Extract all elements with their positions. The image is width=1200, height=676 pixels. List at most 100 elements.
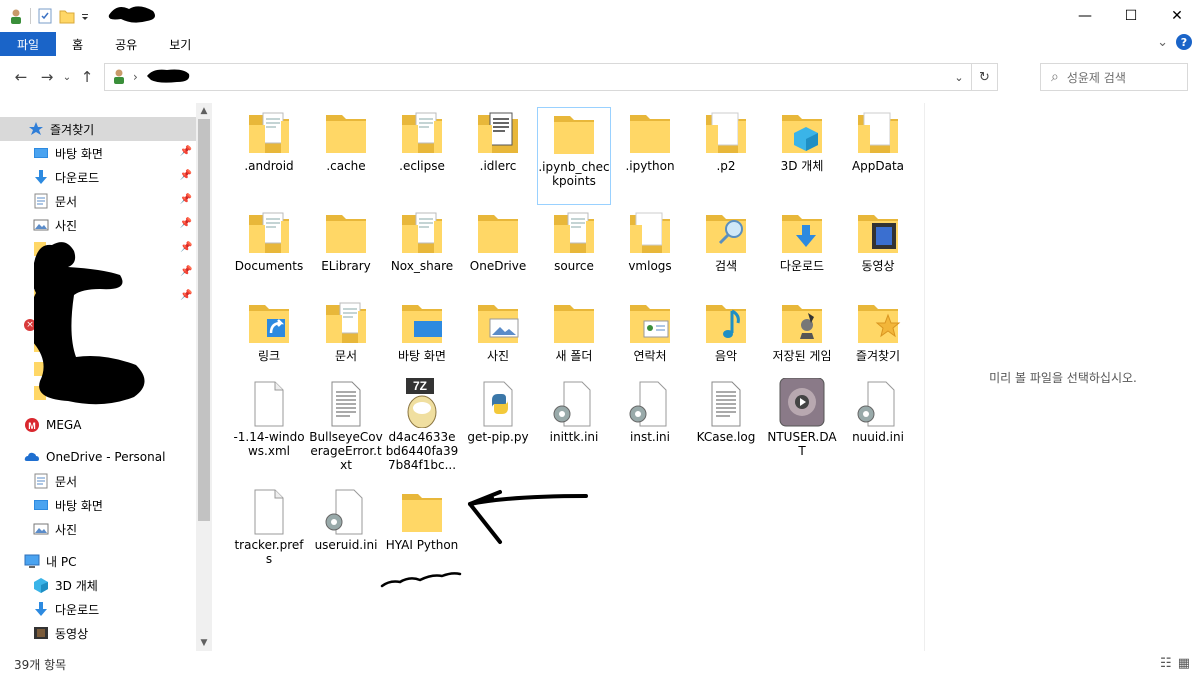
sidebar-item-documents[interactable]: 문서 📌 [0,189,196,213]
file-item[interactable]: BullseyeCoverageError.txt [309,378,383,472]
python-file-icon [474,378,522,428]
file-name: Nox_share [390,259,454,273]
quick-access-toolbar [0,3,161,30]
file-name: source [554,259,594,273]
file-item[interactable]: OneDrive [461,207,535,273]
file-item[interactable]: 3D 개체 [765,107,839,173]
file-item[interactable]: ELibrary [309,207,383,273]
sidebar-item-pc-downloads[interactable]: 다운로드 [0,597,196,621]
file-item[interactable]: .ipynb_checkpoints [537,107,611,205]
pin-icon: 📌 [179,170,192,181]
file-item[interactable]: Nox_share [385,207,459,273]
user-folder-icon[interactable] [8,8,24,24]
minimize-button[interactable]: — [1062,0,1108,32]
sidebar-item-3d-objects[interactable]: 3D 개체 [0,573,196,597]
file-item[interactable]: .android [232,107,306,173]
search-icon: ⌕ [1051,69,1059,85]
sidebar-item-this-pc[interactable]: 내 PC [0,549,196,573]
file-name: .ipython [625,159,675,173]
file-item[interactable]: AppData [841,107,915,173]
sidebar-item-label: 즐겨찾기 [50,122,95,137]
sidebar-item-mega[interactable]: M MEGA [0,413,196,437]
sidebar-scrollbar[interactable]: ▲ ▼ [196,103,212,651]
up-button[interactable]: ↑ [74,64,100,90]
file-item[interactable]: 동영상 [841,207,915,273]
address-bar[interactable]: › ⌄ ↻ [104,63,998,91]
file-item[interactable]: 즐겨찾기 [841,297,915,363]
download-folder-icon [778,207,826,257]
file-item[interactable]: inittk.ini [537,378,611,444]
sidebar-item-onedrive-desktop[interactable]: 바탕 화면 [0,493,196,517]
file-item[interactable]: get-pip.py [461,378,535,444]
expand-ribbon-icon[interactable]: ⌄ [1157,35,1168,50]
sidebar-item-videos[interactable]: 동영상 [0,621,196,645]
file-item[interactable]: nuuid.ini [841,378,915,444]
file-item[interactable]: tracker.prefs [232,486,306,566]
file-item[interactable]: -1.14-windows.xml [232,378,306,458]
sidebar-item-pictures[interactable]: 사진 📌 [0,213,196,237]
tab-share[interactable]: 공유 [99,32,153,56]
maximize-button[interactable]: ☐ [1108,0,1154,32]
scroll-down-button[interactable]: ▼ [196,635,212,651]
file-item[interactable]: source [537,207,611,273]
file-item[interactable]: 링크 [232,297,306,363]
address-dropdown-button[interactable]: ⌄ [949,64,969,90]
customize-toolbar-icon[interactable] [81,8,89,24]
sidebar-item-downloads[interactable]: 다운로드 📌 [0,165,196,189]
file-item[interactable]: inst.ini [613,378,687,444]
file-item[interactable]: .p2 [689,107,763,173]
sidebar-item-onedrive-documents[interactable]: 문서 [0,469,196,493]
redacted-sidebar-items [29,237,164,422]
file-name: d4ac4633ebd6440fa397b84f1bc... [385,430,459,472]
close-button[interactable]: ✕ [1154,0,1200,32]
file-name: ELibrary [321,259,371,273]
tab-home[interactable]: 홈 [56,32,99,56]
help-icon[interactable]: ? [1176,34,1192,50]
file-item[interactable]: NTUSER.DAT [765,377,839,458]
file-item[interactable]: .cache [309,107,383,173]
sidebar-item-quick-access[interactable]: 즐겨찾기 [0,117,196,141]
file-file-icon [245,486,293,536]
file-item[interactable]: 바탕 화면 [385,297,459,363]
sidebar-item-label: 문서 [55,194,78,209]
sidebar-item-label: 3D 개체 [55,578,98,593]
sidebar-item-onedrive[interactable]: OneDrive - Personal [0,445,196,469]
breadcrumb-separator[interactable]: › [133,70,138,84]
doc-folder-icon [398,107,446,157]
forward-button[interactable]: → [34,64,60,90]
file-item[interactable]: 연락처 [613,297,687,363]
file-item[interactable]: KCase.log [689,378,763,444]
file-item[interactable]: 사진 [461,297,535,363]
file-item[interactable]: 음악 [689,297,763,363]
file-item[interactable]: 7Z d4ac4633ebd6440fa397b84f1bc... [385,378,459,472]
file-item[interactable]: 검색 [689,207,763,273]
file-item[interactable]: Documents [232,207,306,273]
file-item[interactable]: 저장된 게임 [765,297,839,363]
large-icons-view-icon[interactable]: ▦ [1178,656,1190,671]
search-box[interactable]: ⌕ 성윤제 검색 [1040,63,1188,91]
file-item[interactable]: vmlogs [613,207,687,273]
picture-icon [33,217,49,233]
sidebar-item-desktop[interactable]: 바탕 화면 📌 [0,141,196,165]
file-item[interactable]: 새 폴더 [537,297,611,363]
back-button[interactable]: ← [8,64,34,90]
file-item[interactable]: 다운로드 [765,207,839,273]
recent-locations-button[interactable]: ⌄ [60,64,74,90]
pin-icon: 📌 [179,146,192,157]
sidebar-item-onedrive-pictures[interactable]: 사진 [0,517,196,541]
file-item[interactable]: 문서 [309,297,383,363]
file-item[interactable]: .idlerc [461,107,535,173]
refresh-button[interactable]: ↻ [971,64,997,90]
tab-view[interactable]: 보기 [153,32,207,56]
details-view-icon[interactable]: ☷ [1160,656,1172,671]
scroll-up-button[interactable]: ▲ [196,103,212,119]
scroll-thumb[interactable] [198,119,210,521]
file-item[interactable]: .ipython [613,107,687,173]
doc-folder-icon [322,297,370,347]
status-bar: 39개 항목 ☷ ▦ [0,652,1200,676]
new-folder-icon[interactable] [59,8,75,24]
tab-file[interactable]: 파일 [0,32,57,56]
file-name: 링크 [257,349,281,363]
file-item[interactable]: .eclipse [385,107,459,173]
properties-icon[interactable] [37,8,53,24]
